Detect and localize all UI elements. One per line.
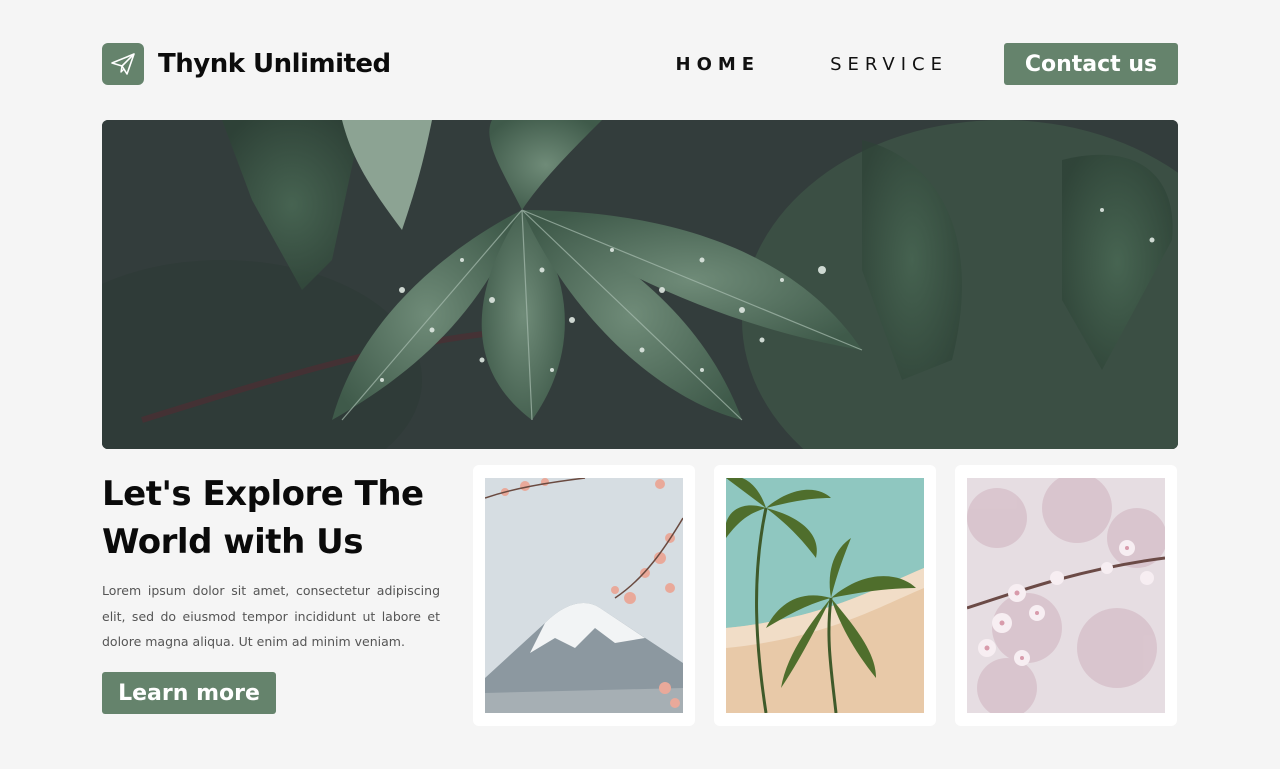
- cherry-blossom-closeup-photo: [967, 478, 1165, 713]
- palm-trees-beach-photo: [726, 478, 924, 713]
- nav-service-link[interactable]: SERVICE: [830, 54, 948, 75]
- mount-fuji-cherry-blossom-photo: [485, 478, 683, 713]
- paper-plane-icon: [111, 53, 135, 75]
- gallery-card[interactable]: [714, 465, 936, 726]
- nav-home-link[interactable]: HOME: [676, 54, 761, 75]
- logo[interactable]: [102, 43, 144, 85]
- main-nav: HOME SERVICE Contact us: [676, 43, 1178, 85]
- gallery-image: [967, 478, 1165, 713]
- intro-paragraph: Lorem ipsum dolor sit amet, consectetur …: [102, 583, 440, 649]
- learn-more-button[interactable]: Learn more: [102, 672, 276, 714]
- site-header: Thynk Unlimited HOME SERVICE Contact us: [102, 43, 1178, 85]
- gallery-card[interactable]: [473, 465, 695, 726]
- rain-drops-on-leaves-photo: [102, 120, 1178, 449]
- page-headline: Let's Explore The World with Us: [102, 474, 424, 562]
- hero-image: [102, 120, 1178, 449]
- gallery-card[interactable]: [955, 465, 1177, 726]
- brand-name: Thynk Unlimited: [158, 49, 391, 79]
- contact-us-button[interactable]: Contact us: [1004, 43, 1178, 85]
- gallery-image: [726, 478, 924, 713]
- gallery-image: [485, 478, 683, 713]
